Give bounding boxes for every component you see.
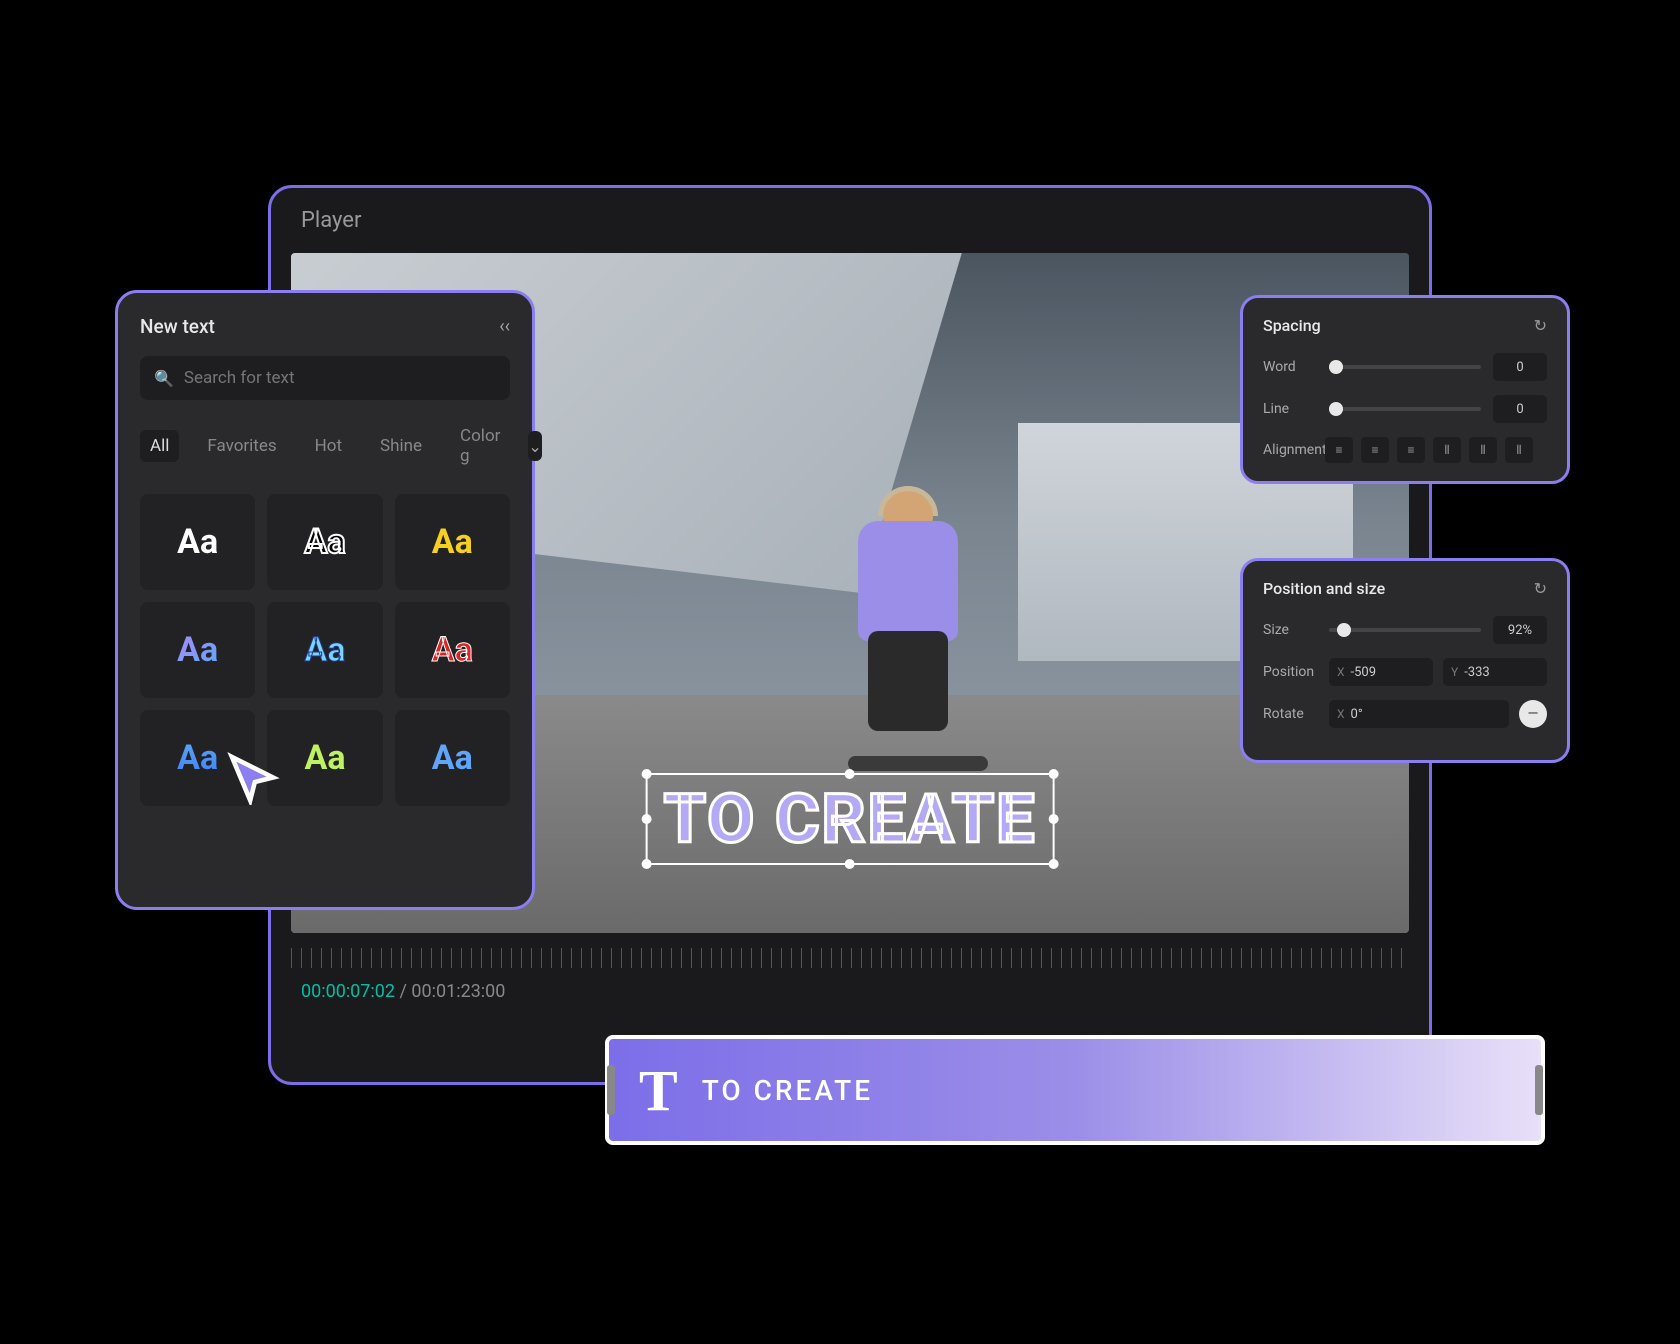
- timeline-ruler[interactable]: [291, 948, 1409, 968]
- resize-handle-ml[interactable]: [642, 814, 652, 824]
- panel-title: New text: [140, 315, 215, 338]
- align-center-icon[interactable]: ≡: [1361, 437, 1389, 463]
- word-value[interactable]: 0: [1493, 353, 1547, 381]
- text-styles-panel: New text ‹‹ 🔍 All Favorites Hot Shine Co…: [115, 290, 535, 910]
- clip-handle-right[interactable]: [1535, 1065, 1543, 1115]
- align-top-icon[interactable]: ⫴: [1433, 437, 1461, 463]
- style-9[interactable]: Aa: [395, 710, 510, 806]
- search-box[interactable]: 🔍: [140, 356, 510, 400]
- reset-icon[interactable]: ↻: [1534, 579, 1547, 598]
- line-slider[interactable]: [1329, 407, 1481, 411]
- search-input[interactable]: [184, 368, 496, 388]
- position-y-input[interactable]: Y-333: [1443, 658, 1547, 686]
- size-value[interactable]: 92%: [1493, 616, 1547, 644]
- resize-handle-tr[interactable]: [1048, 769, 1058, 779]
- position-title: Position and size: [1263, 579, 1385, 598]
- search-icon: 🔍: [154, 369, 174, 388]
- resize-handle-br[interactable]: [1048, 859, 1058, 869]
- tabs: All Favorites Hot Shine Color g ⌄: [140, 420, 510, 472]
- text-icon: T: [639, 1057, 678, 1124]
- style-1[interactable]: Aa: [140, 494, 255, 590]
- position-panel: Position and size ↻ Size 92% Position X-…: [1240, 558, 1570, 763]
- style-grid: Aa Aa Aa Aa Aa Aa Aa Aa Aa: [140, 494, 510, 806]
- resize-handle-tl[interactable]: [642, 769, 652, 779]
- collapse-icon[interactable]: ‹‹: [499, 316, 510, 337]
- word-slider[interactable]: [1329, 365, 1481, 369]
- cursor-icon: [225, 750, 280, 805]
- clip-text: TO CREATE: [702, 1074, 873, 1107]
- style-6[interactable]: Aa: [395, 602, 510, 698]
- tab-all[interactable]: All: [140, 430, 179, 462]
- align-middle-icon[interactable]: ⫴: [1469, 437, 1497, 463]
- text-overlay-selection[interactable]: TO CREATE: [638, 765, 1063, 873]
- tab-favorites[interactable]: Favorites: [197, 430, 286, 462]
- time-current: 00:00:07:02: [301, 981, 395, 1002]
- line-value[interactable]: 0: [1493, 395, 1547, 423]
- spacing-panel: Spacing ↻ Word 0 Line 0 Alignment ≡ ≡ ≡ …: [1240, 295, 1570, 484]
- rotate-x-input[interactable]: X0°: [1329, 700, 1509, 728]
- line-label: Line: [1263, 401, 1317, 417]
- tab-shine[interactable]: Shine: [370, 430, 432, 462]
- style-2[interactable]: Aa: [267, 494, 382, 590]
- resize-handle-bc[interactable]: [845, 859, 855, 869]
- resize-handle-mr[interactable]: [1048, 814, 1058, 824]
- position-label: Position: [1263, 664, 1317, 680]
- time-total: / 00:01:23:00: [399, 981, 505, 1002]
- align-left-icon[interactable]: ≡: [1325, 437, 1353, 463]
- player-title: Player: [271, 188, 1429, 253]
- align-right-icon[interactable]: ≡: [1397, 437, 1425, 463]
- style-3[interactable]: Aa: [395, 494, 510, 590]
- style-5[interactable]: Aa: [267, 602, 382, 698]
- tab-hot[interactable]: Hot: [305, 430, 352, 462]
- size-slider[interactable]: [1329, 628, 1481, 632]
- position-x-input[interactable]: X-509: [1329, 658, 1433, 686]
- tabs-more-icon[interactable]: ⌄: [528, 431, 541, 461]
- reset-icon[interactable]: ↻: [1534, 316, 1547, 335]
- size-label: Size: [1263, 622, 1317, 638]
- word-label: Word: [1263, 359, 1317, 375]
- style-4[interactable]: Aa: [140, 602, 255, 698]
- overlay-text[interactable]: TO CREATE: [652, 779, 1049, 859]
- resize-handle-bl[interactable]: [642, 859, 652, 869]
- timeline-text-clip[interactable]: T TO CREATE: [605, 1035, 1545, 1145]
- align-label: Alignment: [1263, 442, 1317, 458]
- style-8[interactable]: Aa: [267, 710, 382, 806]
- tab-color[interactable]: Color g: [450, 420, 510, 472]
- spacing-title: Spacing: [1263, 316, 1321, 335]
- rotate-label: Rotate: [1263, 706, 1317, 722]
- align-bottom-icon[interactable]: ⫴: [1505, 437, 1533, 463]
- rotate-button[interactable]: —: [1519, 700, 1547, 728]
- timeline-time: 00:00:07:02 / 00:01:23:00: [271, 973, 1429, 1010]
- resize-handle-tc[interactable]: [845, 769, 855, 779]
- clip-handle-left[interactable]: [607, 1065, 615, 1115]
